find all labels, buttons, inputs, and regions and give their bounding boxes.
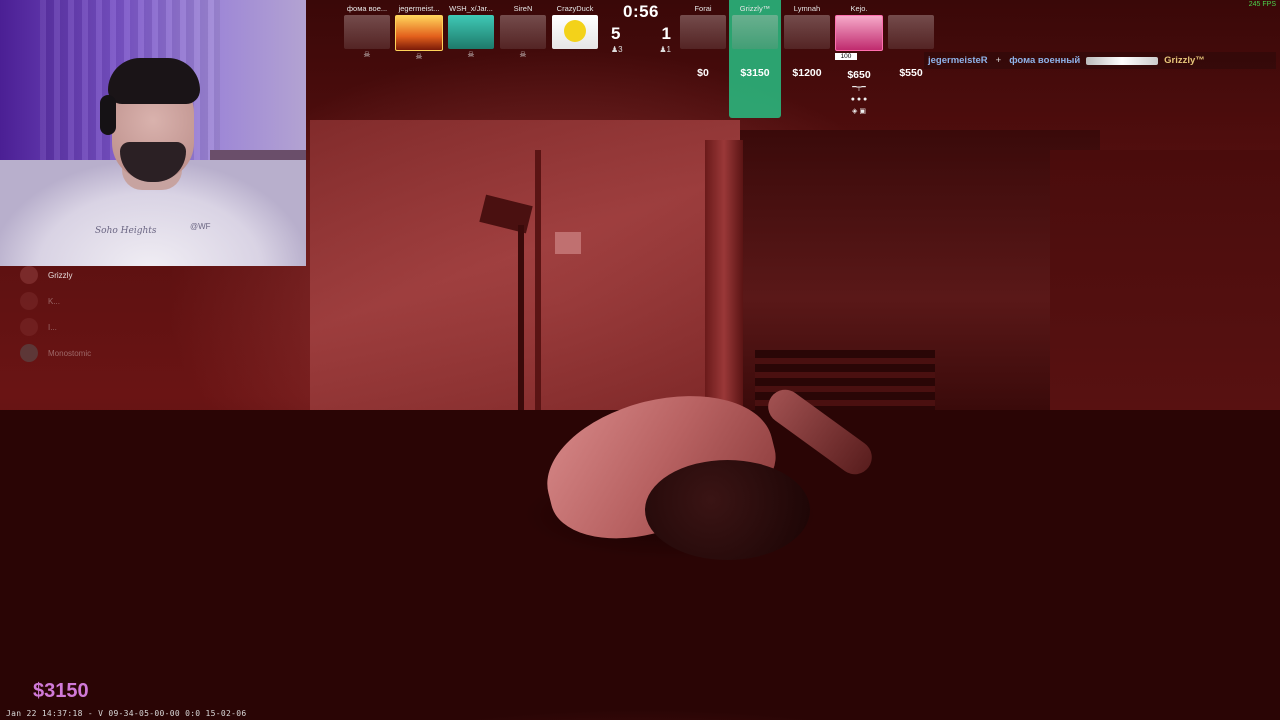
- hud-money: $3150: [33, 680, 89, 702]
- demo-info: Jan 22 14:37:18 - V 09-34-05-00-00 0:0 1…: [6, 709, 247, 718]
- voice-user-name: I...: [48, 322, 57, 332]
- rifle-icon: ━╤━: [852, 84, 866, 91]
- score-right: 1: [661, 24, 671, 43]
- team-right-player: Kejo. 100 $650 ━╤━ ● ● ● ◈ ▣: [835, 4, 883, 117]
- assist-plus-icon: +: [995, 55, 1002, 66]
- voice-user-name: Monostomic: [48, 348, 92, 358]
- player-name: фома вое...: [346, 4, 388, 13]
- dead-player-head: [645, 460, 810, 560]
- team-left-player: SireN ☠: [499, 4, 547, 59]
- team-left-player: фома вое... ☠: [343, 4, 391, 59]
- player-name: CrazyDuck: [556, 4, 594, 13]
- avatar: [20, 292, 38, 310]
- killfeed-victim: Grizzly™: [1164, 55, 1205, 66]
- team-right-player: Grizzly™ $3150: [731, 4, 779, 79]
- voice-chat-list: Grizzly K... I... Monostomic: [20, 262, 91, 366]
- armor-icon: ◈ ▣: [852, 108, 866, 115]
- hoodie-text: Soho Heights: [95, 226, 157, 236]
- skull-icon: ☠: [467, 50, 475, 59]
- player-avatar: [344, 15, 390, 49]
- player-avatar: [835, 15, 883, 51]
- player-avatar: [395, 15, 443, 51]
- alive-count-left: ♟3: [611, 45, 623, 54]
- wall-post: [705, 140, 743, 430]
- player-avatar: [888, 15, 934, 49]
- player-avatar: [732, 15, 778, 49]
- awp-icon: [1086, 56, 1159, 65]
- team-left-player: CrazyDuck: [551, 4, 599, 49]
- player-avatar: [448, 15, 494, 49]
- player-name: SireN: [513, 4, 533, 13]
- skull-icon: ☠: [415, 52, 423, 61]
- headphones-icon: [100, 95, 116, 135]
- player-name: jegermeist...: [398, 4, 440, 13]
- avatar: [20, 266, 38, 284]
- player-name: [887, 4, 935, 14]
- killfeed-assist: фома военный: [1009, 55, 1081, 66]
- alive-count-right: ♟1: [659, 45, 671, 54]
- voice-user: Monostomic: [20, 340, 91, 366]
- voice-user-name: K...: [48, 296, 61, 306]
- team-hud: фома вое... ☠ jegermeist... ☠ WSH_x/Jar.…: [343, 0, 935, 130]
- player-name: Lymnah: [793, 4, 821, 13]
- round-timer: 0:56: [622, 2, 660, 21]
- score-left: 5: [611, 24, 621, 43]
- right-wall: [1050, 150, 1280, 450]
- fps-counter: 245 FPS: [1248, 1, 1276, 8]
- player-money: $1200: [792, 67, 822, 79]
- hoodie-logo: @WF: [190, 222, 211, 231]
- wall-frame: [330, 150, 541, 426]
- killfeed-entry: jegermeisteR + фома военный Grizzly™: [924, 52, 1276, 69]
- player-money: $3150: [740, 67, 770, 79]
- wall-axe-handle: [518, 225, 524, 415]
- player-avatar: [500, 15, 546, 49]
- player-hp: 100: [835, 53, 857, 60]
- player-name: Kejo.: [850, 4, 868, 13]
- skull-icon: ☠: [363, 50, 371, 59]
- player-name: WSH_x/Jar...: [449, 4, 493, 13]
- team-left-player: jegermeist... ☠: [395, 4, 443, 61]
- player-name: Grizzly™: [739, 4, 771, 13]
- voice-user: K...: [20, 288, 91, 314]
- team-right-player: Lymnah $1200: [783, 4, 831, 79]
- duck-icon: [564, 20, 586, 42]
- voice-user-name: Grizzly: [48, 270, 73, 280]
- player-avatar: [552, 15, 598, 49]
- streamer-hair: [108, 58, 200, 104]
- round-scoreboard: 0:56 5 1 ♟3 ♟1: [605, 2, 677, 54]
- avatar: [20, 344, 38, 362]
- player-money: $650: [847, 69, 871, 81]
- skull-icon: ☠: [519, 50, 527, 59]
- avatar: [20, 318, 38, 336]
- voice-user: I...: [20, 314, 91, 340]
- grenade-icon: ● ● ●: [850, 96, 868, 103]
- player-name: Forai: [694, 4, 712, 13]
- team-left-player: WSH_x/Jar... ☠: [447, 4, 495, 59]
- killfeed-attacker: jegermeisteR: [928, 55, 988, 66]
- player-money: $0: [697, 67, 709, 79]
- webcam-overlay: Soho Heights @WF: [0, 0, 306, 266]
- player-avatar: [784, 15, 830, 49]
- player-avatar: [680, 15, 726, 49]
- team-right-player: Forai $0: [679, 4, 727, 79]
- voice-user: Grizzly: [20, 262, 91, 288]
- wall-sign: [555, 232, 581, 254]
